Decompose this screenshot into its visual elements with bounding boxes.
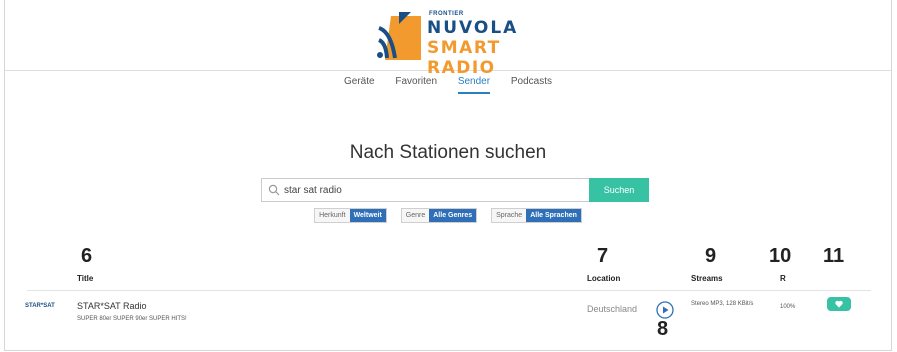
- station-rating: 100%: [780, 304, 796, 310]
- step-number-location: 7: [597, 245, 609, 267]
- column-streams[interactable]: Streams: [691, 274, 723, 283]
- logo-title: NUVOLA: [427, 18, 519, 38]
- nuvola-logo: FRONTIER NUVOLA SMART RADIO: [377, 8, 537, 78]
- station-stream: Stereo MP3, 128 KBit/s: [691, 301, 754, 307]
- station-logo: STAR*SAT: [25, 303, 55, 309]
- logo-brand-small: FRONTIER: [429, 11, 464, 17]
- tab-podcasts[interactable]: Podcasts: [511, 74, 552, 92]
- column-title[interactable]: Title: [77, 274, 93, 283]
- heart-icon: [835, 300, 843, 308]
- step-number-title: 6: [81, 245, 93, 267]
- step-number-rating: 10: [769, 245, 792, 267]
- station-name[interactable]: STAR*SAT Radio: [77, 301, 147, 311]
- filter-label: Genre: [405, 212, 426, 219]
- column-rating[interactable]: R: [780, 274, 786, 283]
- main-nav: Geräte Favoriten Sender Podcasts: [5, 74, 891, 96]
- filter-value[interactable]: Alle Sprachen: [526, 209, 581, 222]
- filter-value[interactable]: Alle Genres: [429, 209, 477, 222]
- tab-favoriten[interactable]: Favoriten: [395, 74, 437, 92]
- filter-herkunft[interactable]: Herkunft Weltweit: [314, 208, 387, 223]
- table-row[interactable]: STAR*SAT STAR*SAT Radio SUPER 80er SUPER…: [5, 291, 891, 337]
- filter-label: Herkunft: [319, 212, 346, 219]
- filter-genre[interactable]: Genre Alle Genres: [400, 208, 478, 223]
- header: FRONTIER NUVOLA SMART RADIO: [5, 0, 891, 78]
- search-input[interactable]: [284, 182, 584, 198]
- app-frame: FRONTIER NUVOLA SMART RADIO Geräte Favor…: [4, 0, 892, 351]
- filter-sprache[interactable]: Sprache Alle Sprachen: [491, 208, 582, 223]
- column-location[interactable]: Location: [587, 274, 620, 283]
- station-description: SUPER 80er SUPER 90er SUPER HITS!: [77, 316, 187, 322]
- tab-sender[interactable]: Sender: [457, 74, 491, 94]
- step-number-favorite: 11: [823, 245, 845, 267]
- logo-subtitle: SMART RADIO: [427, 38, 501, 78]
- filter-value[interactable]: Weltweit: [349, 209, 386, 222]
- search-icon: [268, 184, 280, 196]
- station-search: Suchen: [261, 178, 649, 202]
- play-icon[interactable]: [656, 301, 674, 319]
- filter-label: Sprache: [496, 212, 523, 219]
- page-title: Nach Stationen suchen: [349, 142, 547, 163]
- logo-mark-icon: [377, 12, 421, 60]
- favorite-button[interactable]: [827, 297, 851, 311]
- search-filters: Herkunft Weltweit Genre Alle Genres Sprach…: [5, 208, 891, 223]
- station-location: Deutschland: [587, 304, 638, 314]
- step-number-streams: 9: [705, 245, 717, 267]
- tab-geraete[interactable]: Geräte: [344, 74, 375, 92]
- search-button[interactable]: Suchen: [589, 178, 649, 202]
- search-box: [261, 178, 589, 202]
